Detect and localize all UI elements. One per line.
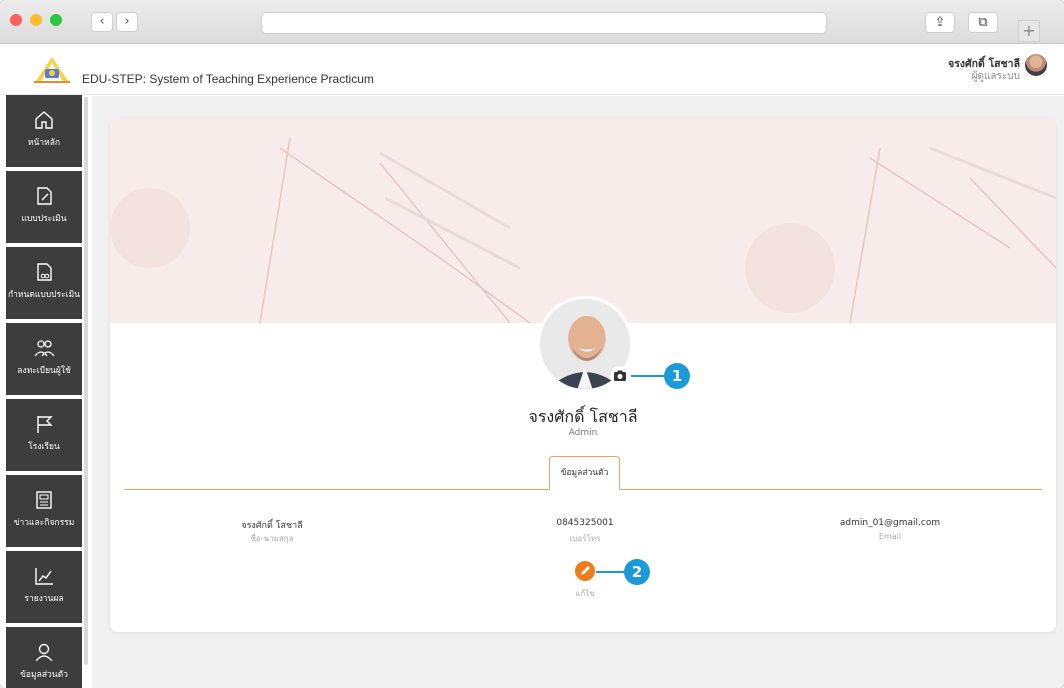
sidebar-item-schools[interactable]: โรงเรียน	[6, 399, 82, 471]
sidebar-item-label: ข้อมูลส่วนตัว	[20, 670, 68, 680]
sidebar-item-label: แบบประเมิน	[21, 214, 67, 224]
minimize-window-button[interactable]	[30, 14, 42, 26]
edit-button[interactable]	[575, 561, 595, 581]
sidebar-item-label: กำหนดแบบประเมิน	[8, 290, 80, 300]
cover-image	[110, 118, 1056, 323]
callout-line-2	[596, 571, 626, 573]
browser-toolbar: ‹ › ⇪ ⧉ +	[0, 0, 1064, 44]
sidebar-item-label: หน้าหลัก	[27, 138, 61, 148]
tabs-button[interactable]: ⧉	[968, 12, 998, 33]
profile-role: Admin	[568, 428, 598, 438]
field-email-label: Email	[878, 532, 902, 541]
sidebar-item-label: โรงเรียน	[28, 442, 60, 452]
sidebar-item-news[interactable]: ข่าวและกิจกรรม	[6, 475, 82, 547]
profile-name: จรงศักดิ์ โสชาลี	[528, 407, 638, 426]
profile-icon	[35, 643, 53, 662]
sidebar-item-label: ลงทะเบียนผู้ใช้	[17, 366, 71, 376]
share-button[interactable]: ⇪	[925, 12, 955, 33]
newspaper-icon	[36, 491, 52, 509]
callout-badge-1: 1	[664, 363, 690, 389]
callout-badge-2: 2	[624, 559, 650, 585]
field-phone-label: เบอร์โทร	[569, 534, 601, 543]
chart-icon	[35, 568, 53, 585]
document-edit-icon	[37, 187, 52, 205]
pencil-icon	[581, 566, 590, 575]
camera-icon[interactable]	[610, 366, 630, 386]
browser-window: ‹ › ⇪ ⧉ + EDU-STEP: System of Teaching E…	[0, 0, 1064, 688]
sidebar-item-assign-assessment[interactable]: กำหนดแบบประเมิน	[6, 247, 82, 319]
field-name-label: ชื่อ-นามสกุล	[250, 534, 294, 543]
app-title: EDU-STEP: System of Teaching Experience …	[82, 72, 374, 86]
flag-icon	[37, 416, 53, 433]
back-button[interactable]: ‹	[91, 12, 113, 32]
sidebar-item-home[interactable]: หน้าหลัก	[6, 95, 82, 167]
sidebar-item-label: รายงานผล	[24, 594, 64, 604]
address-bar[interactable]	[261, 12, 827, 34]
close-window-button[interactable]	[10, 14, 22, 26]
tab-personal-info[interactable]: ข้อมูลส่วนตัว	[549, 456, 620, 490]
profile-card: จรงศักดิ์ โสชาลี Admin ข้อมูลส่วนตัว จรง…	[110, 118, 1056, 632]
home-icon	[35, 111, 53, 129]
app-header: EDU-STEP: System of Teaching Experience …	[0, 45, 1064, 95]
forward-button[interactable]: ›	[116, 12, 138, 32]
callout-line-1	[631, 375, 665, 377]
main-content: จรงศักดิ์ โสชาลี Admin ข้อมูลส่วนตัว จรง…	[92, 96, 1064, 688]
header-avatar[interactable]	[1025, 54, 1047, 76]
sidebar-item-reports[interactable]: รายงานผล	[6, 551, 82, 623]
sidebar-item-register-users[interactable]: ลงทะเบียนผู้ใช้	[6, 323, 82, 395]
sidebar-item-profile[interactable]: ข้อมูลส่วนตัว	[6, 627, 82, 688]
field-name-value: จรงศักดิ์ โสชาลี	[241, 521, 303, 531]
maximize-window-button[interactable]	[50, 14, 62, 26]
sidebar-scrollbar[interactable]	[84, 97, 88, 665]
header-user-role: ผู้ดูแลระบบ	[971, 71, 1020, 82]
edit-label: แก้ไข	[575, 589, 595, 598]
sidebar-item-label: ข่าวและกิจกรรม	[13, 518, 75, 528]
field-email-value: admin_01@gmail.com	[839, 518, 941, 528]
sidebar-item-assessment[interactable]: แบบประเมิน	[6, 171, 82, 243]
users-icon	[34, 340, 55, 357]
new-tab-button[interactable]: +	[1018, 20, 1040, 42]
sidebar: หน้าหลัก แบบประเมิน กำหนดแบบประเมิน ลงทะ…	[0, 95, 90, 688]
document-link-icon	[37, 263, 52, 281]
field-phone-value: 0845325001	[556, 518, 614, 528]
logo-icon	[34, 57, 70, 83]
